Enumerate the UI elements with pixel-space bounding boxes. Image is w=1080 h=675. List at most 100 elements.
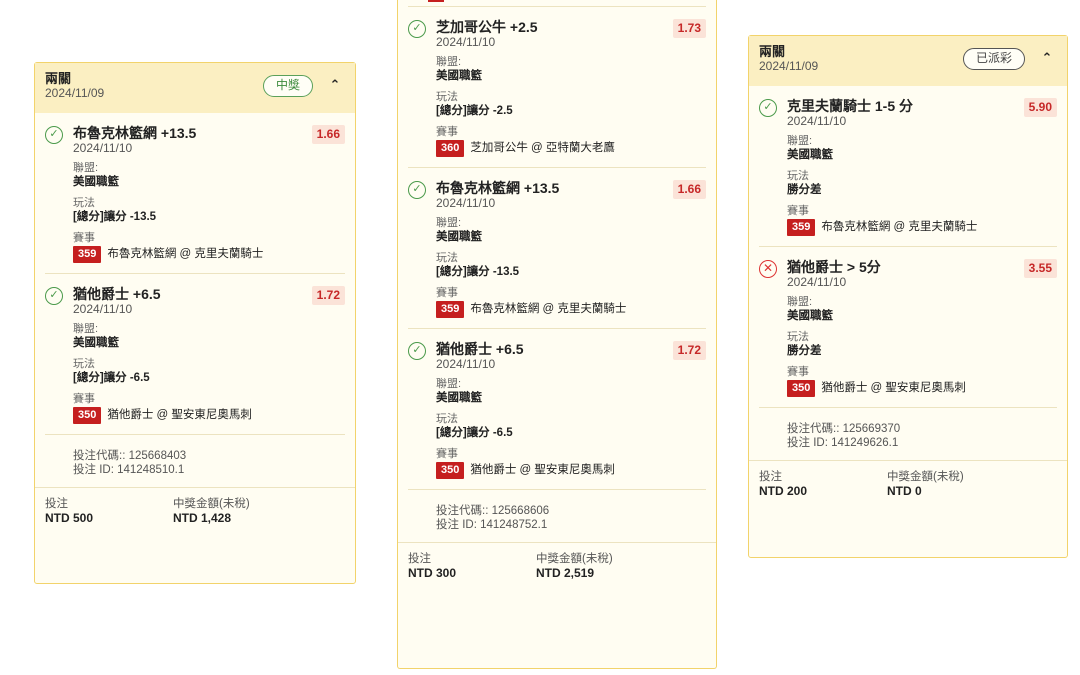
league-value: 美國職籃 bbox=[73, 176, 119, 188]
leg-item: ✓ 猶他爵士 +6.5 2024/11/10 1.72 聯盟: 美國職籃 玩法 … bbox=[45, 274, 345, 435]
chevron-up-icon[interactable]: ⌃ bbox=[1039, 50, 1055, 66]
selection-title: 布魯克林籃網 +13.5 bbox=[436, 180, 560, 196]
check-circle-icon: ✓ bbox=[408, 342, 426, 360]
match-name: 布魯克林籃網 @ 克里夫蘭騎士 bbox=[107, 248, 264, 260]
match-number-badge: 350 bbox=[73, 407, 102, 424]
league-value: 美國職籃 bbox=[436, 392, 482, 404]
leg-date: 2024/11/10 bbox=[73, 141, 133, 155]
bet-id: 投注 ID: 141248752.1 bbox=[436, 519, 548, 531]
league-value: 美國職籃 bbox=[436, 70, 482, 82]
chevron-up-icon[interactable]: ⌃ bbox=[327, 77, 343, 93]
odds-badge: 1.73 bbox=[672, 19, 706, 38]
league-label: 聯盟: bbox=[436, 56, 462, 68]
odds-badge: 1.72 bbox=[672, 341, 706, 360]
card-footer: 投注 NTD 300 中獎金額(未稅) NTD 2,519 bbox=[398, 542, 716, 590]
league-label: 聯盟: bbox=[73, 323, 99, 335]
leg-item: ✕ 猶他爵士 > 5分 2024/11/10 3.55 聯盟: 美國職籃 玩法 … bbox=[759, 247, 1057, 408]
match-name: 布魯克林籃網 @ 克里夫蘭騎士 bbox=[470, 303, 627, 315]
market-label: 玩法 bbox=[787, 331, 809, 343]
bet-code: 投注代碼:: 125669370 bbox=[787, 423, 901, 435]
leg-date: 2024/11/10 bbox=[787, 114, 847, 128]
event-label: 賽事 bbox=[436, 448, 458, 460]
match-name: 猶他爵士 @ 聖安東尼奧馬刺 bbox=[470, 464, 615, 476]
stake-label: 投注 bbox=[759, 471, 782, 483]
stake-value: NTD 200 bbox=[759, 484, 808, 498]
match-number-badge: 350 bbox=[787, 380, 816, 397]
selection-title: 布魯克林籃網 +13.5 bbox=[73, 125, 197, 141]
leg-date: 2024/11/10 bbox=[436, 35, 496, 49]
leg-date: 2024/11/10 bbox=[436, 357, 496, 371]
league-label: 聯盟: bbox=[73, 162, 99, 174]
match-number-badge: 350 bbox=[436, 462, 465, 479]
stake-value: NTD 500 bbox=[45, 511, 94, 525]
market-value: [總分]讓分 -13.5 bbox=[73, 211, 157, 223]
stake-label: 投注 bbox=[408, 553, 431, 565]
market-label: 玩法 bbox=[436, 91, 458, 103]
league-label: 聯盟: bbox=[436, 217, 462, 229]
check-circle-icon: ✓ bbox=[408, 20, 426, 38]
market-label: 玩法 bbox=[73, 197, 95, 209]
selection-title: 猶他爵士 +6.5 bbox=[436, 341, 524, 357]
league-value: 美國職籃 bbox=[787, 310, 833, 322]
bet-id: 投注 ID: 141249626.1 bbox=[787, 437, 899, 449]
event-label: 賽事 bbox=[787, 205, 809, 217]
check-circle-icon: ✓ bbox=[45, 287, 63, 305]
payout-label: 中獎金額(未稅) bbox=[173, 498, 250, 510]
market-value: 勝分差 bbox=[787, 345, 822, 357]
market-value: [總分]讓分 -6.5 bbox=[436, 427, 513, 439]
bet-slip-card-3: 兩關 2024/11/09 已派彩 ⌃ ✓ 克里夫蘭騎士 1-5 分 2024/… bbox=[748, 35, 1068, 558]
odds-badge: 5.90 bbox=[1023, 98, 1057, 117]
event-label: 賽事 bbox=[73, 393, 95, 405]
odds-badge: 1.66 bbox=[311, 125, 345, 144]
event-label: 賽事 bbox=[436, 287, 458, 299]
selection-title: 克里夫蘭騎士 1-5 分 bbox=[787, 98, 914, 114]
match-number-badge: 359 bbox=[73, 246, 102, 263]
match-number-badge: 359 bbox=[436, 301, 465, 318]
card-header[interactable]: 兩關 2024/11/09 中獎 ⌃ bbox=[35, 63, 355, 113]
match-number-badge-stub bbox=[428, 0, 444, 2]
market-value: 勝分差 bbox=[787, 184, 822, 196]
bet-codes: 投注代碼:: 125668403 投注 ID: 141248510.1 bbox=[45, 435, 345, 487]
payout-value: NTD 2,519 bbox=[536, 566, 595, 580]
selection-title: 猶他爵士 +6.5 bbox=[73, 286, 161, 302]
check-circle-icon: ✓ bbox=[45, 126, 63, 144]
odds-badge: 1.66 bbox=[672, 180, 706, 199]
odds-badge: 1.72 bbox=[311, 286, 345, 305]
leg-date: 2024/11/10 bbox=[787, 275, 847, 289]
match-name: 芝加哥公牛 @ 亞特蘭大老鷹 bbox=[470, 142, 615, 154]
leg-item: ✓ 芝加哥公牛 +2.5 2024/11/10 1.73 聯盟: 美國職籃 玩法… bbox=[408, 7, 706, 168]
bet-codes: 投注代碼:: 125668606 投注 ID: 141248752.1 bbox=[408, 490, 706, 542]
market-value: [總分]讓分 -13.5 bbox=[436, 266, 520, 278]
card-header[interactable]: 兩關 2024/11/09 已派彩 ⌃ bbox=[749, 36, 1067, 86]
payout-value: NTD 0 bbox=[887, 484, 922, 498]
leg-item: ✓ 布魯克林籃網 +13.5 2024/11/10 1.66 聯盟: 美國職籃 … bbox=[408, 168, 706, 329]
stake-value: NTD 300 bbox=[408, 566, 457, 580]
check-circle-icon: ✓ bbox=[759, 99, 777, 117]
market-value: [總分]讓分 -2.5 bbox=[436, 105, 513, 117]
card-footer: 投注 NTD 200 中獎金額(未稅) NTD 0 bbox=[749, 460, 1067, 508]
odds-badge: 3.55 bbox=[1023, 259, 1057, 278]
bet-code: 投注代碼:: 125668606 bbox=[436, 505, 550, 517]
leg-item: ✓ 猶他爵士 +6.5 2024/11/10 1.72 聯盟: 美國職籃 玩法 … bbox=[408, 329, 706, 490]
event-label: 賽事 bbox=[787, 366, 809, 378]
market-label: 玩法 bbox=[436, 252, 458, 264]
stake-label: 投注 bbox=[45, 498, 68, 510]
bet-id: 投注 ID: 141248510.1 bbox=[73, 464, 185, 476]
bet-slip-card-1: 兩關 2024/11/09 中獎 ⌃ ✓ 布魯克林籃網 +13.5 2024/1… bbox=[34, 62, 356, 584]
leg-item: ✓ 克里夫蘭騎士 1-5 分 2024/11/10 5.90 聯盟: 美國職籃 … bbox=[759, 86, 1057, 247]
match-name: 猶他爵士 @ 聖安東尼奧馬刺 bbox=[821, 382, 966, 394]
match-name: 猶他爵士 @ 聖安東尼奧馬刺 bbox=[107, 409, 252, 421]
league-value: 美國職籃 bbox=[436, 231, 482, 243]
market-label: 玩法 bbox=[73, 358, 95, 370]
leg-date: 2024/11/10 bbox=[73, 302, 133, 316]
league-label: 聯盟: bbox=[787, 296, 813, 308]
leg-item: ✓ 布魯克林籃網 +13.5 2024/11/10 1.66 聯盟: 美國職籃 … bbox=[45, 113, 345, 274]
bet-code: 投注代碼:: 125668403 bbox=[73, 450, 187, 462]
market-value: [總分]讓分 -6.5 bbox=[73, 372, 150, 384]
league-value: 美國職籃 bbox=[787, 149, 833, 161]
match-number-badge: 360 bbox=[436, 140, 465, 157]
event-label: 賽事 bbox=[73, 232, 95, 244]
payout-label: 中獎金額(未稅) bbox=[887, 471, 964, 483]
check-circle-icon: ✓ bbox=[408, 181, 426, 199]
x-circle-icon: ✕ bbox=[759, 260, 777, 278]
